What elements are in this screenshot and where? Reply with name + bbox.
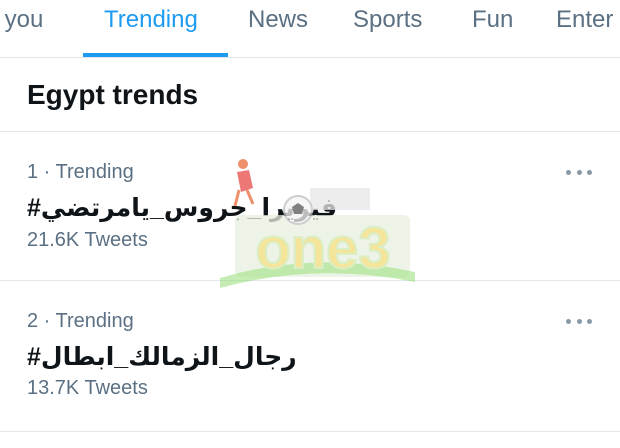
twitter-explore-page: r you Trending News Sports Fun Enter Egy… [0,0,620,448]
tab-fun[interactable]: Fun [472,4,513,36]
tab-for-you[interactable]: r you [0,4,43,36]
tab-entertainment[interactable]: Enter [556,4,613,36]
tab-sports[interactable]: Sports [353,4,422,36]
trend-meta: 2 · Trending [27,310,134,332]
divider [0,431,620,432]
more-horizontal-icon[interactable] [566,311,592,331]
watermark-text: one3 [255,216,390,281]
more-horizontal-icon[interactable] [566,162,592,182]
watermark-block [310,188,370,210]
trend-tweet-count: 13.7K Tweets [27,377,148,399]
trend-tweet-count: 21.6K Tweets [27,229,148,251]
explore-tab-bar: r you Trending News Sports Fun Enter [0,0,620,58]
trend-meta: 1 · Trending [27,161,134,183]
trend-item[interactable]: 2 · Trending #رجال_الزمالك_ابطال 13.7K T… [0,281,620,431]
active-tab-indicator [83,53,228,57]
player-figure-icon [233,159,255,207]
watermark-logo: one3 [220,159,415,288]
tab-trending[interactable]: Trending [104,4,198,36]
tab-news[interactable]: News [248,4,308,36]
trend-name: #رجال_الزمالك_ابطال [27,343,297,371]
section-title: Egypt trends [27,79,199,110]
